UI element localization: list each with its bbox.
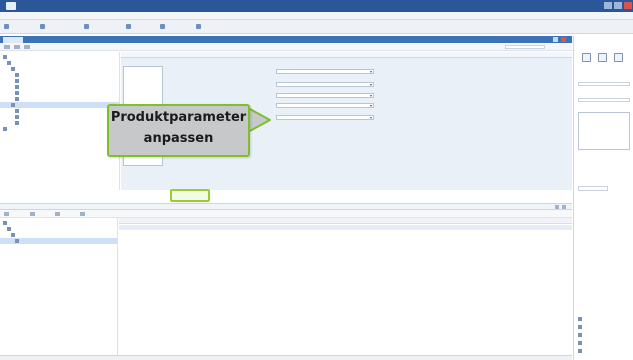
link-icon — [578, 333, 582, 338]
status-dropdown[interactable] — [578, 186, 608, 191]
print-icon[interactable] — [160, 24, 165, 29]
open-icon[interactable] — [40, 24, 45, 29]
add-icon[interactable] — [30, 212, 35, 216]
new-icon[interactable] — [4, 24, 9, 29]
item-table — [119, 218, 572, 356]
folder-icon — [3, 221, 7, 225]
properties-panel — [573, 36, 633, 360]
folder-icon — [3, 55, 7, 59]
export-icon[interactable] — [614, 53, 623, 62]
structure-tree — [0, 52, 120, 190]
close-icon[interactable] — [624, 2, 632, 9]
item-icon — [15, 109, 19, 113]
main-toolbar — [0, 20, 633, 34]
table-row[interactable] — [119, 230, 572, 235]
refresh-icon[interactable] — [4, 212, 9, 216]
minimize-icon[interactable] — [604, 2, 612, 9]
settings-icon[interactable] — [196, 24, 201, 29]
table-header — [119, 218, 572, 224]
folder-icon — [11, 103, 15, 107]
link-icon — [578, 349, 582, 354]
panel-link[interactable] — [578, 349, 584, 354]
link-icon — [578, 317, 582, 322]
editor-tab-bar — [0, 36, 572, 43]
item-icon — [15, 121, 19, 125]
save-icon[interactable] — [84, 24, 89, 29]
ok-button[interactable] — [170, 189, 210, 202]
bottom-tab-bar — [0, 203, 572, 210]
menu-bar — [0, 12, 633, 20]
status-bar — [0, 355, 572, 360]
item-icon — [15, 97, 19, 101]
panel-link[interactable] — [578, 333, 584, 338]
folder-icon — [3, 127, 7, 131]
edit-icon[interactable] — [55, 212, 60, 216]
back-icon[interactable] — [4, 45, 10, 49]
tree-item-selected[interactable] — [0, 238, 117, 244]
home-icon[interactable] — [24, 45, 30, 49]
callout-text-line2: anpassen — [143, 131, 214, 146]
product-icon[interactable] — [582, 53, 591, 62]
bottom-tree — [0, 218, 118, 360]
link-icon — [578, 325, 582, 330]
panel-link[interactable] — [578, 317, 584, 322]
pin-icon[interactable] — [555, 205, 559, 209]
editor-toolbar — [0, 43, 572, 51]
dialog-header — [121, 52, 572, 58]
item-icon — [15, 239, 19, 243]
item-icon — [15, 115, 19, 119]
item-icon — [15, 79, 19, 83]
maximize-icon[interactable] — [562, 205, 566, 209]
notes-textarea[interactable] — [578, 112, 630, 150]
filter-icon[interactable] — [126, 24, 131, 29]
folder-icon — [11, 233, 15, 237]
callout-pointer — [246, 107, 271, 133]
folder-icon — [11, 67, 15, 71]
forward-icon[interactable] — [14, 45, 20, 49]
search-icon[interactable] — [598, 53, 607, 62]
item-icon — [15, 85, 19, 89]
folder-icon — [7, 227, 11, 231]
item-icon — [15, 91, 19, 95]
maximize-icon[interactable] — [614, 2, 622, 9]
search-input[interactable] — [505, 45, 545, 49]
tree-item[interactable] — [0, 126, 119, 132]
panel-link[interactable] — [578, 325, 584, 330]
restore-icon[interactable] — [553, 37, 558, 42]
link-icon — [578, 341, 582, 346]
title-bar — [0, 0, 633, 12]
property-input[interactable] — [578, 82, 630, 86]
panel-link[interactable] — [578, 341, 584, 346]
callout-text-line1: Produktparameter — [110, 110, 247, 125]
folder-icon — [7, 61, 11, 65]
close-icon[interactable] — [561, 37, 566, 42]
property-input[interactable] — [578, 98, 630, 102]
delete-icon[interactable] — [80, 212, 85, 216]
bottom-toolbar — [0, 210, 572, 218]
item-icon — [15, 73, 19, 77]
app-menu-button[interactable] — [6, 2, 16, 10]
